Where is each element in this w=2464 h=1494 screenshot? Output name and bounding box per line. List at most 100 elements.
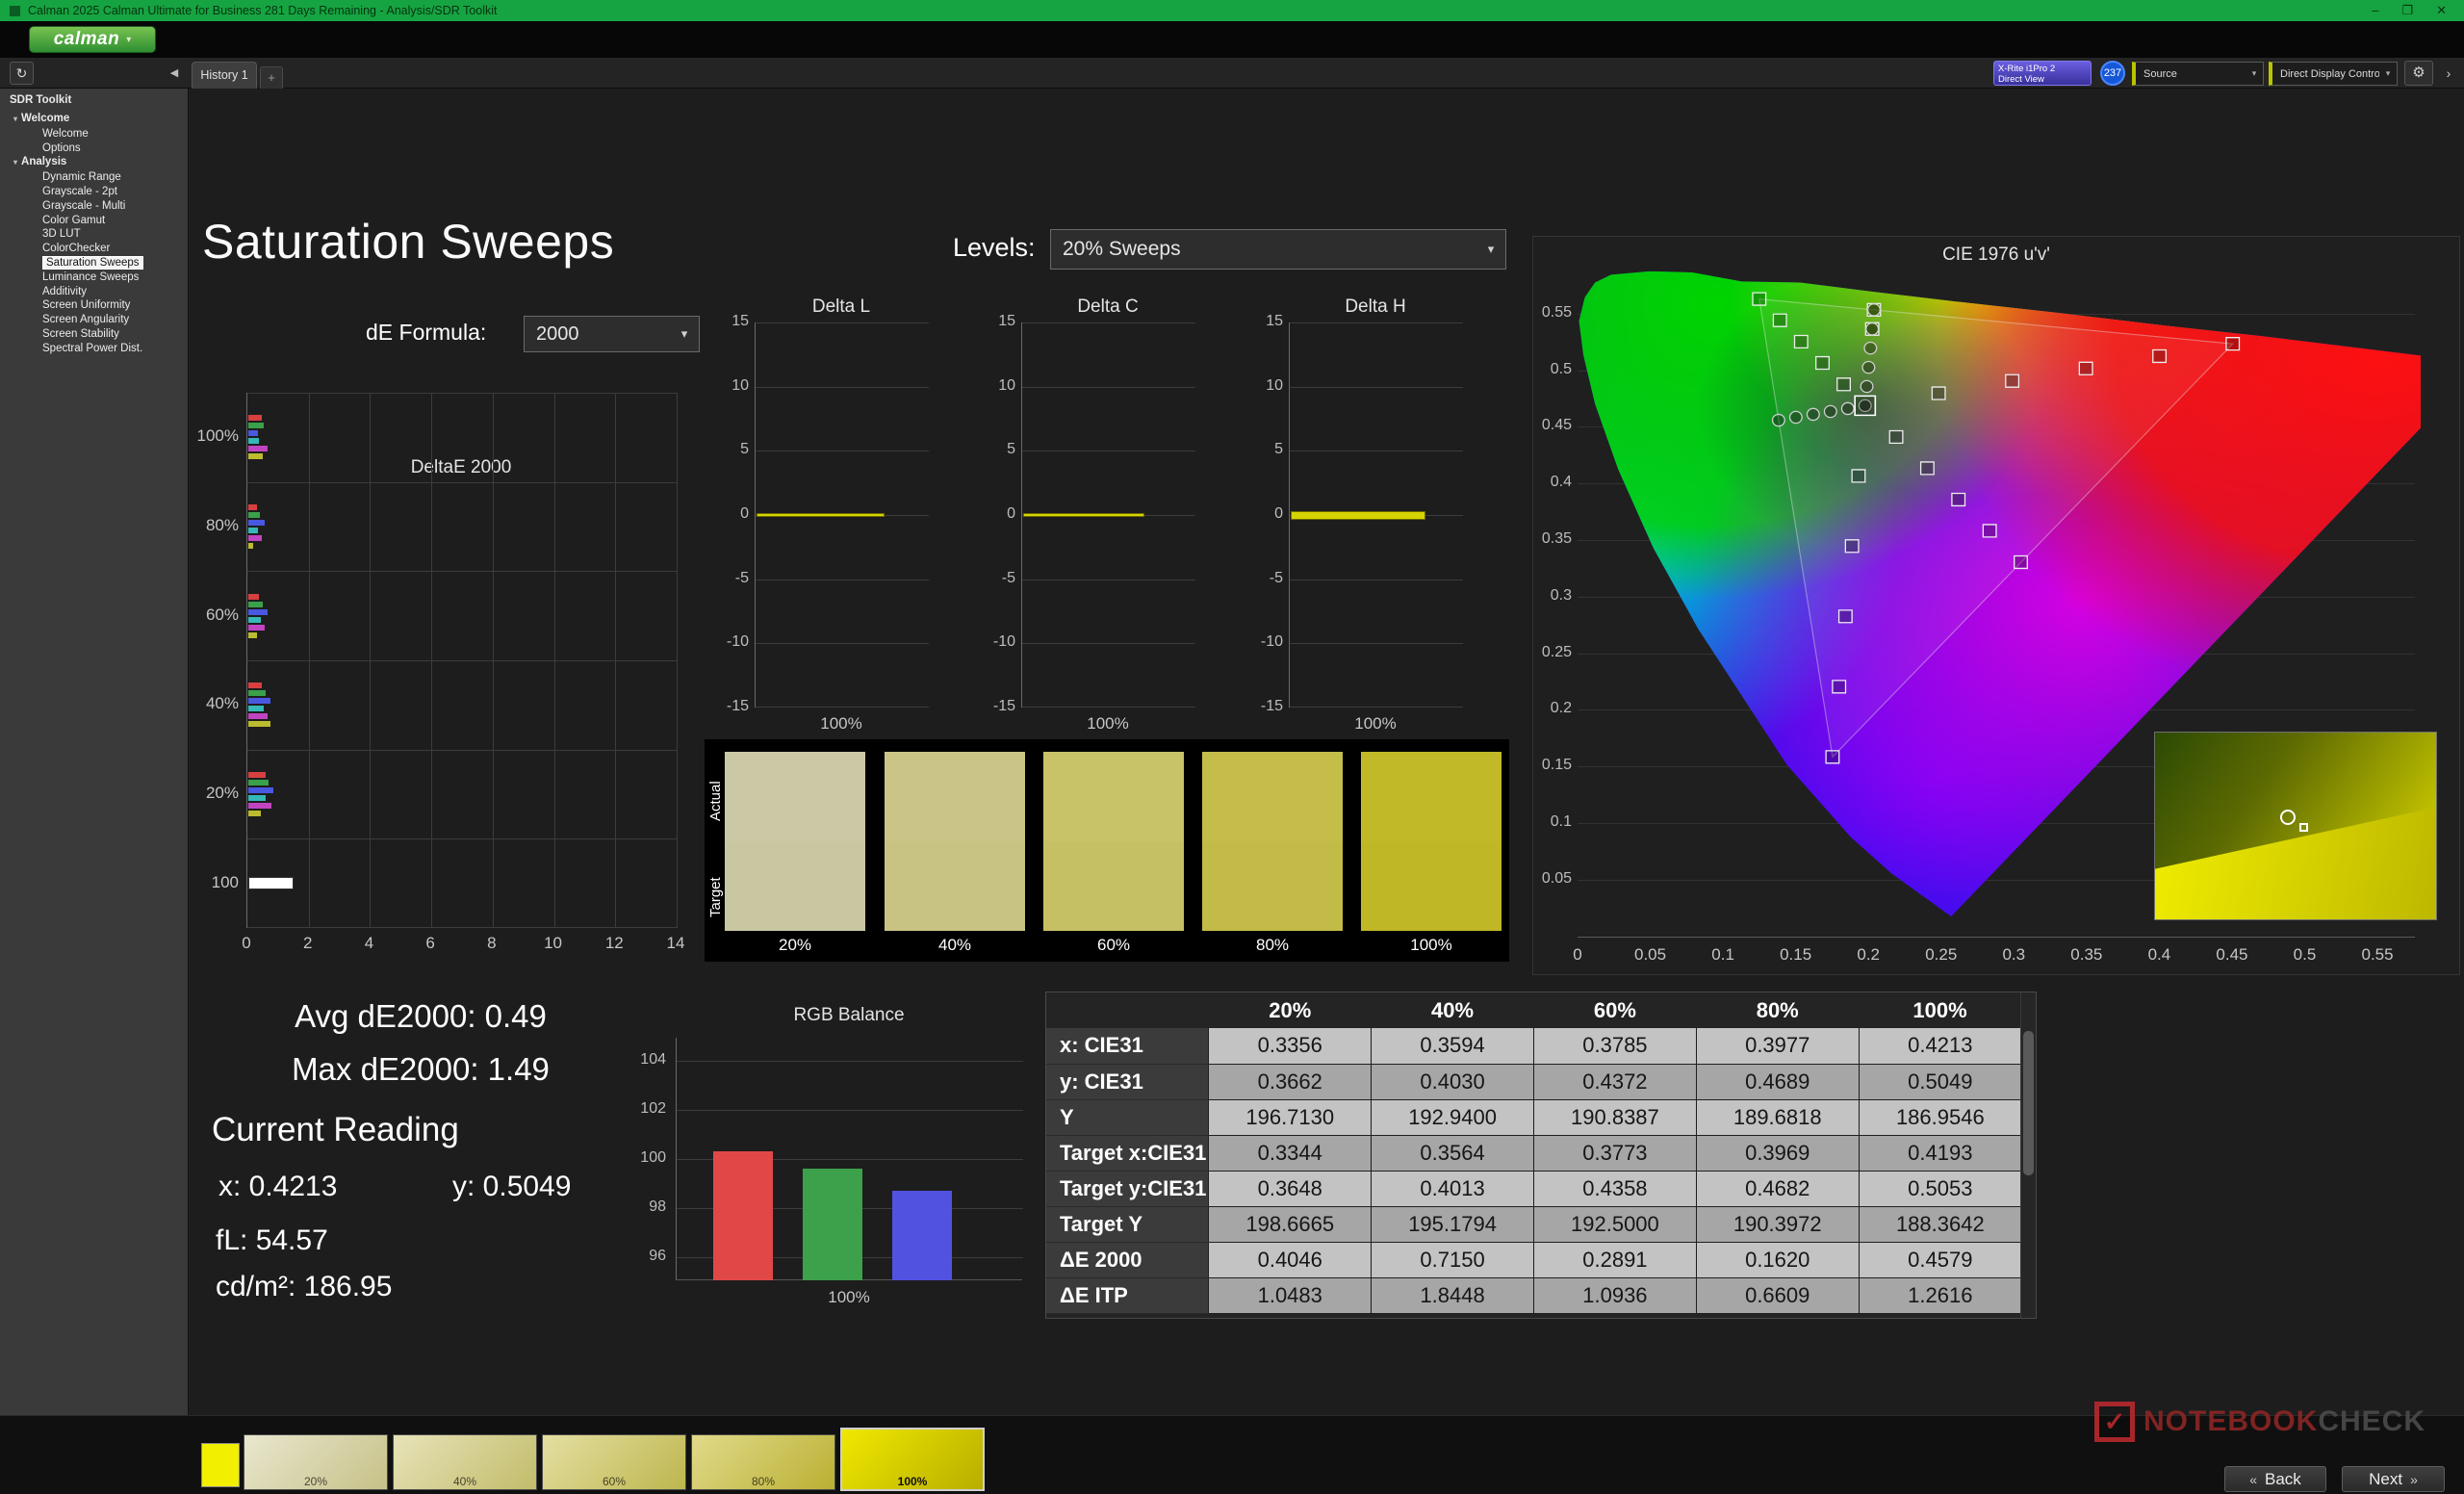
table-col-header: 100% xyxy=(1859,992,2021,1028)
next-button[interactable]: Next » xyxy=(2342,1466,2445,1492)
sidebar-item-analysis[interactable]: ▾Analysis xyxy=(0,155,189,170)
swatch-actual xyxy=(1361,752,1502,841)
minimize-icon[interactable]: – xyxy=(2372,3,2378,18)
tab-history-1[interactable]: History 1 xyxy=(192,62,257,89)
de-formula-dropdown[interactable]: 2000 ▾ xyxy=(524,316,700,352)
axis-tick-label: 100 xyxy=(628,1149,666,1167)
table-cell: 0.3648 xyxy=(1209,1171,1372,1206)
thumbnail-40[interactable]: 40% xyxy=(393,1434,537,1490)
sidebar-item-grayscale-2pt[interactable]: Grayscale - 2pt xyxy=(0,185,189,199)
chevron-down-icon: ▾ xyxy=(1476,242,1505,257)
target-row-label: Target xyxy=(707,853,725,941)
grid-line xyxy=(247,482,677,483)
rgb-x-label: 100% xyxy=(676,1288,1022,1307)
source-dropdown[interactable]: Source ▾ xyxy=(2132,62,2264,86)
grid-line xyxy=(756,322,929,323)
maximize-icon[interactable]: ❐ xyxy=(2401,3,2413,18)
twisty-icon: ▾ xyxy=(13,158,17,167)
logo-bar: calman ▾ xyxy=(0,21,2464,58)
gear-icon[interactable]: ⚙ xyxy=(2404,61,2433,86)
de-bar xyxy=(248,713,268,719)
rgb-bar xyxy=(803,1169,862,1280)
sidebar-item-screen-uniformity[interactable]: Screen Uniformity xyxy=(0,298,189,313)
thumbnail-100[interactable]: 100% xyxy=(840,1428,985,1491)
sidebar-item-options[interactable]: Options xyxy=(0,142,189,156)
thumbnail-80[interactable]: 80% xyxy=(691,1434,835,1490)
axis-tick-label: 10 xyxy=(977,377,1015,395)
rgb-balance-title: RGB Balance xyxy=(793,1005,904,1026)
thumbnail-20[interactable]: 20% xyxy=(244,1434,388,1490)
de-bar xyxy=(248,617,261,623)
sidebar-item-colorchecker[interactable]: ColorChecker xyxy=(0,242,189,256)
back-button-label: Back xyxy=(2265,1470,2301,1489)
de-bar xyxy=(248,690,266,696)
table-cell: 0.3785 xyxy=(1533,1028,1696,1064)
table-scrollbar[interactable] xyxy=(2020,992,2036,1318)
target-marker xyxy=(1932,387,1945,399)
sidebar-item-label: Saturation Sweeps xyxy=(42,256,143,270)
table-cell: 0.4193 xyxy=(1859,1135,2021,1171)
meter-button[interactable]: X-Rite i1Pro 2 Direct View xyxy=(1993,61,2092,86)
sidebar-item-label: Dynamic Range xyxy=(42,171,121,183)
sidebar-item-screen-angularity[interactable]: Screen Angularity xyxy=(0,313,189,327)
levels-dropdown[interactable]: 20% Sweeps ▾ xyxy=(1050,229,1506,270)
swatch-target xyxy=(1361,841,1502,931)
refresh-icon[interactable]: ↻ xyxy=(10,62,34,85)
grid-line xyxy=(756,643,929,644)
sidebar-item-welcome[interactable]: Welcome xyxy=(0,127,189,142)
thumbnail-label: 40% xyxy=(394,1475,536,1488)
axis-tick-label: 2 xyxy=(289,934,327,953)
delta-bar xyxy=(1291,511,1425,520)
sidebar-item-screen-stability[interactable]: Screen Stability xyxy=(0,327,189,342)
close-icon[interactable]: ✕ xyxy=(2436,3,2447,18)
table-row-label: ΔE 2000 xyxy=(1046,1242,1209,1277)
page-title: Saturation Sweeps xyxy=(202,214,614,270)
sidebar-collapse-icon[interactable]: ◀ xyxy=(166,64,183,82)
target-marker xyxy=(1845,540,1859,553)
sidebar-item-3d-lut[interactable]: 3D LUT xyxy=(0,227,189,242)
grid-line xyxy=(756,387,929,388)
cie-diagram-panel: CIE 1976 u'v' xyxy=(1532,236,2460,975)
swatch-80 xyxy=(1202,752,1343,931)
table-row: Target Y198.6665195.1794192.5000190.3972… xyxy=(1046,1206,2021,1242)
sidebar-item-additivity[interactable]: Additivity xyxy=(0,285,189,299)
scrollbar-thumb[interactable] xyxy=(2023,1031,2034,1175)
table-col-header: 20% xyxy=(1209,992,1372,1028)
meter-count-badge[interactable]: 237 xyxy=(2100,61,2125,86)
table-row: Target y:CIE310.36480.40130.43580.46820.… xyxy=(1046,1171,2021,1206)
calman-app: Calman 2025 Calman Ultimate for Business… xyxy=(0,0,2464,1494)
axis-tick-label: 8 xyxy=(473,934,511,953)
sidebar-item-grayscale-multi[interactable]: Grayscale - Multi xyxy=(0,199,189,214)
sidebar-item-label: Luminance Sweeps xyxy=(42,271,139,283)
table-cell: 0.4046 xyxy=(1209,1242,1372,1277)
table-cell: 0.4689 xyxy=(1696,1064,1859,1099)
display-control-dropdown[interactable]: Direct Display Control ▾ xyxy=(2269,62,2398,86)
de-bar xyxy=(248,504,257,510)
axis-tick-label: 102 xyxy=(628,1100,666,1118)
axis-tick-label: 0 xyxy=(227,934,266,953)
sidebar-item-luminance-sweeps[interactable]: Luminance Sweeps xyxy=(0,270,189,285)
grid-line xyxy=(1022,387,1195,388)
de-bar xyxy=(248,780,269,786)
sidebar-item-color-gamut[interactable]: Color Gamut xyxy=(0,214,189,228)
swatch-actual xyxy=(1043,752,1184,841)
axis-tick-label: 96 xyxy=(628,1248,666,1265)
add-tab-button[interactable]: + xyxy=(260,66,283,89)
swatch-label: 100% xyxy=(1361,936,1502,955)
thumbnail-60[interactable]: 60% xyxy=(542,1434,686,1490)
sidebar-item-welcome[interactable]: ▾Welcome xyxy=(0,112,189,127)
de-bar xyxy=(248,430,258,436)
back-button[interactable]: « Back xyxy=(2224,1466,2326,1492)
axis-tick-label: 0 xyxy=(710,505,749,523)
measured-marker xyxy=(1790,411,1803,423)
axis-tick-label: 104 xyxy=(628,1051,666,1069)
grid-line xyxy=(247,571,677,572)
notebookcheck-logo-text: NOTEBOOKCHECK xyxy=(2143,1405,2426,1438)
calman-logo-button[interactable]: calman ▾ xyxy=(29,26,156,53)
chevron-right-icon[interactable]: › xyxy=(2438,61,2459,86)
table-row: ΔE 20000.40460.71500.28910.16200.4579 xyxy=(1046,1242,2021,1277)
sidebar-item-saturation-sweeps[interactable]: Saturation Sweeps xyxy=(0,256,189,270)
thumbnail-label: 80% xyxy=(692,1475,834,1488)
sidebar-item-spectral-power-dist[interactable]: Spectral Power Dist. xyxy=(0,342,189,356)
sidebar-item-dynamic-range[interactable]: Dynamic Range xyxy=(0,170,189,185)
